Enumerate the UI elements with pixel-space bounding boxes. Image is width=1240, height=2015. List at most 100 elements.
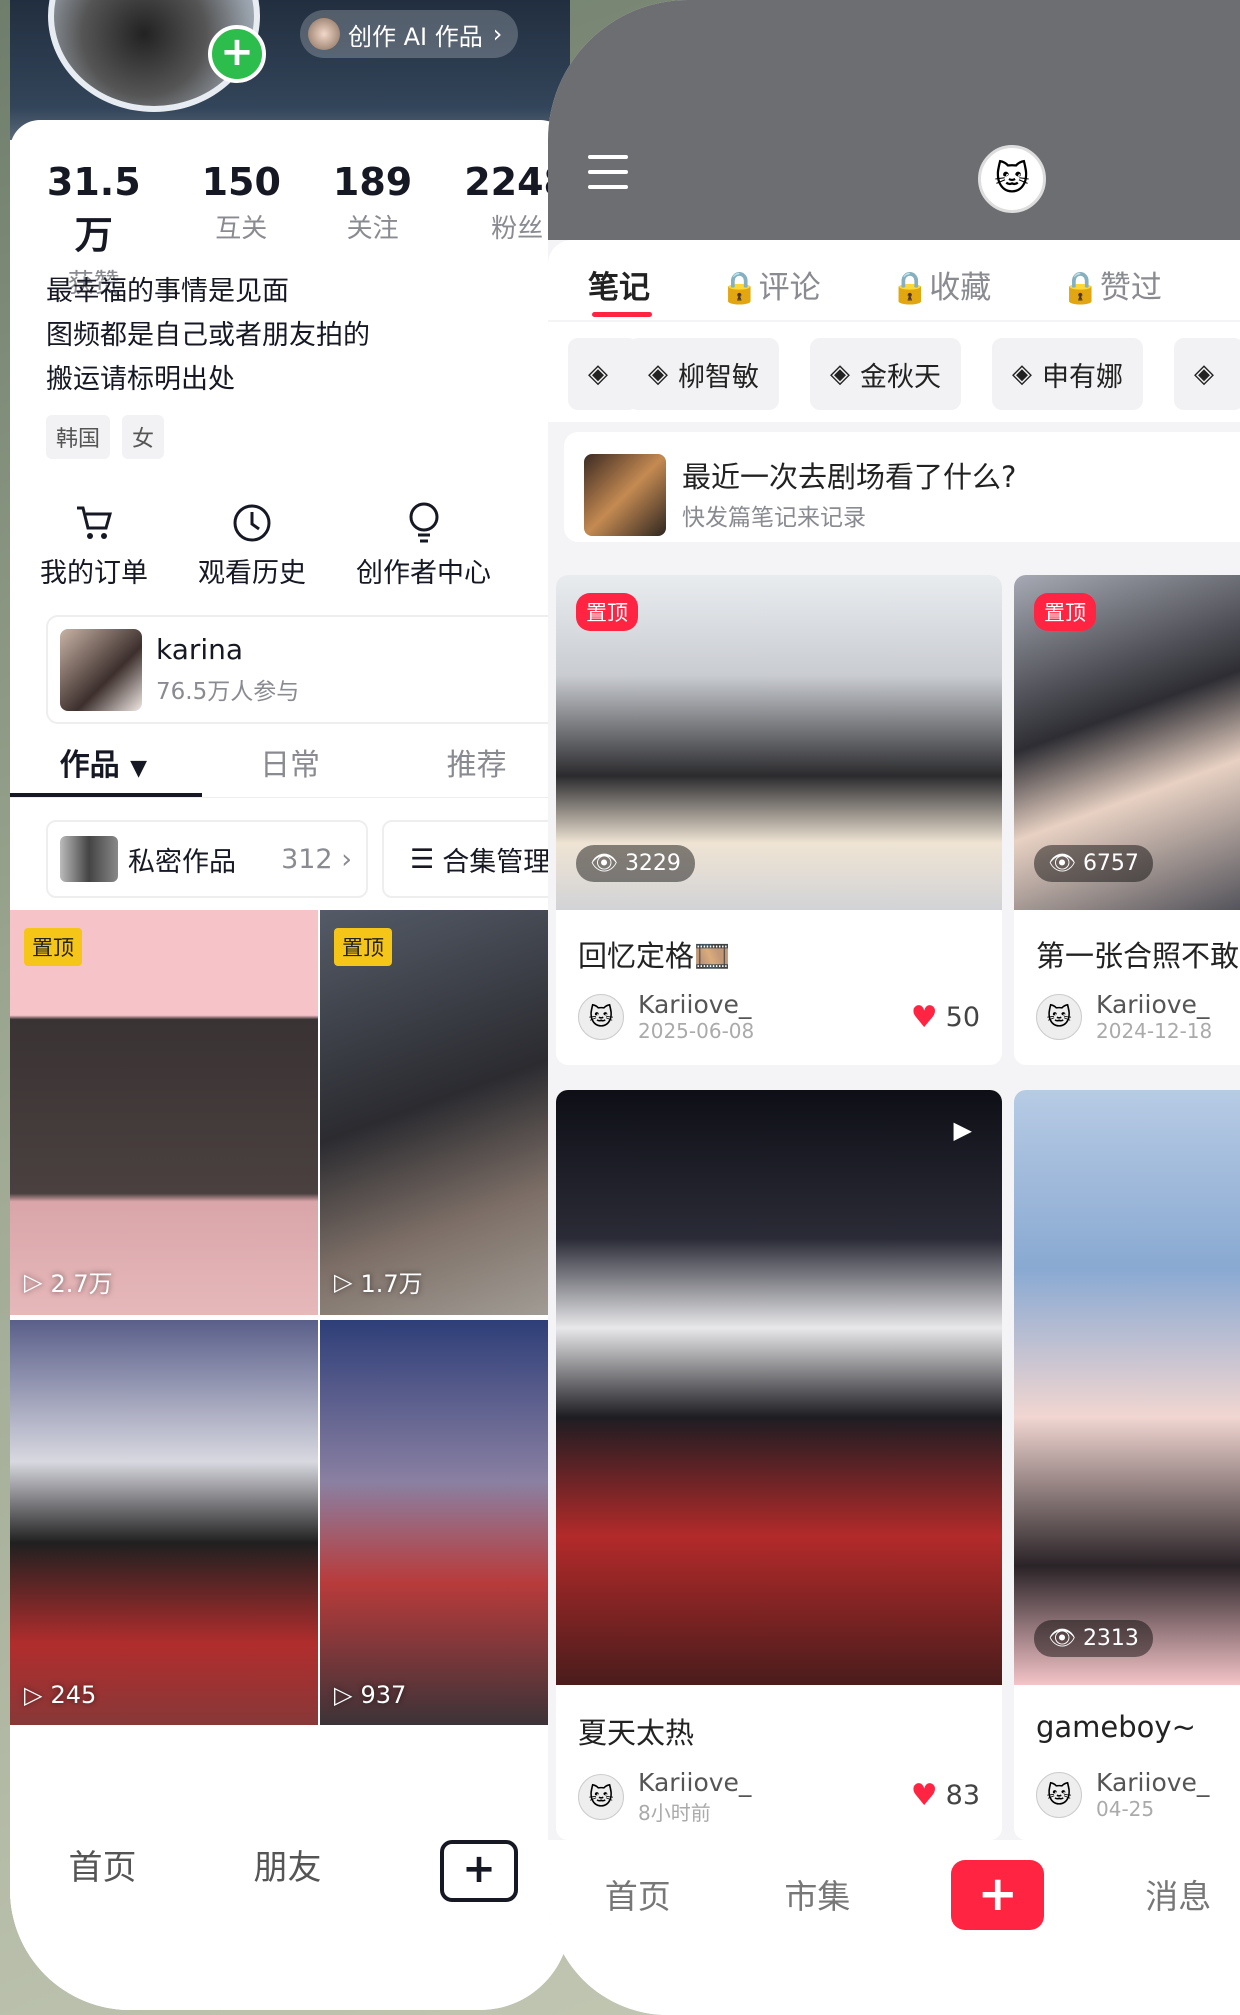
nav-home[interactable]: 首页	[548, 1850, 728, 1918]
tab-divider	[10, 797, 570, 798]
nav-friends[interactable]: 朋友	[195, 1840, 380, 1889]
prompt-subtitle: 快发篇笔记来记录	[682, 505, 866, 531]
post-date: 2025-06-08	[638, 1019, 755, 1043]
bottom-nav: 首页 市集 + 消息	[548, 1840, 1240, 2015]
orders-button[interactable]: 我的订单	[40, 495, 148, 590]
content-tabs-bar: 笔记 🔒评论 🔒收藏 🔒赞过	[548, 240, 1240, 320]
note-image	[1014, 1090, 1240, 1685]
video-tile[interactable]: ▷ 937	[320, 1320, 570, 1725]
profile-bio: 最幸福的事情是见面 图频都是自己或者朋友拍的 搬运请标明出处	[46, 270, 370, 402]
menu-icon[interactable]	[588, 155, 628, 200]
cart-icon	[40, 495, 148, 551]
post-prompt-card[interactable]: 最近一次去剧场看了什么? 快发篇笔记来记录	[564, 432, 1240, 542]
eye-icon: 👁	[1048, 851, 1076, 876]
author-avatar: 🐱	[578, 993, 624, 1040]
author-avatar: 🐱	[1036, 1771, 1082, 1818]
clock-icon	[198, 495, 306, 551]
creator-center-button[interactable]: 创作者中心	[356, 495, 491, 590]
history-label: 观看历史	[198, 558, 306, 589]
play-icon: ▷	[334, 1681, 353, 1709]
nav-market[interactable]: 市集	[728, 1850, 908, 1918]
tab-recommend[interactable]: 推荐	[383, 740, 570, 800]
chip-label: 柳智敏	[678, 361, 759, 393]
group-thumbnail	[60, 628, 142, 711]
collection-manage-button[interactable]: ☰ 合集管理	[382, 820, 570, 898]
pinned-badge: 置顶	[576, 593, 638, 631]
tag-gender: 女	[122, 415, 165, 459]
chevron-right-icon: ›	[492, 20, 503, 48]
view-count: 👁 3229	[576, 845, 695, 882]
note-author[interactable]: 🐱 Kariiove_ 8小时前	[578, 1768, 751, 1826]
prompt-thumbnail	[584, 454, 666, 536]
note-card[interactable]: ▶ 夏天太热 🐱 Kariiove_ 8小时前 ♥ 83	[556, 1090, 1002, 1840]
layers-plus-icon: ◈	[588, 359, 608, 389]
like-button[interactable]: ♥ 50	[911, 1000, 980, 1035]
chip-item[interactable]: ◈ 申有娜	[992, 338, 1143, 410]
nav-messages[interactable]: 消息	[1088, 1850, 1240, 1918]
author-name: Kariiove_	[1096, 1768, 1210, 1797]
heart-icon: ♥	[910, 1000, 938, 1035]
view-count: 👁 2313	[1034, 1620, 1153, 1657]
tab-daily[interactable]: 日常	[197, 740, 384, 800]
lock-icon: 🔒	[1061, 270, 1100, 306]
chip-label: 金秋天	[860, 361, 941, 393]
pinned-badge: 置顶	[24, 928, 82, 966]
lock-icon: 🔒	[890, 270, 930, 306]
chip-item[interactable]: ◈ 柳智敏	[628, 338, 779, 410]
private-works-button[interactable]: 私密作品 312 ›	[46, 820, 368, 898]
play-icon: ▷	[24, 1267, 43, 1296]
video-tile[interactable]: 置顶 ▷ 1.7万	[320, 910, 570, 1315]
stat-number: 31.5万	[46, 160, 141, 257]
header-avatar[interactable]: 🐱	[978, 145, 1046, 213]
tab-notes[interactable]: 笔记	[588, 262, 650, 307]
lock-icon: 🔒	[720, 270, 759, 306]
note-title: 第一张合照不敢	[1036, 939, 1240, 973]
create-post-button[interactable]: +	[440, 1840, 518, 1902]
create-ai-button[interactable]: 创作 AI 作品 ›	[300, 10, 519, 58]
list-icon: ☰	[410, 843, 435, 875]
layers-icon: ◈	[1012, 359, 1032, 389]
layers-icon: ◈	[1194, 359, 1214, 389]
note-author[interactable]: 🐱 Kariiove_ 2024-12-18	[1036, 990, 1212, 1043]
fan-group-card[interactable]: karina 76.5万人参与	[46, 615, 570, 724]
tab-favorites[interactable]: 🔒收藏	[891, 262, 992, 307]
note-author[interactable]: 🐱 Kariiove_ 04-25	[1036, 1768, 1209, 1821]
profile-header-banner: + 创作 AI 作品 ›	[10, 0, 570, 140]
stat-label: 互关	[215, 214, 268, 244]
tab-liked[interactable]: 🔒赞过	[1061, 262, 1162, 307]
publish-button[interactable]: +	[951, 1860, 1045, 1930]
play-icon: ▷	[24, 1681, 43, 1709]
note-title: gameboy~	[1036, 1710, 1196, 1744]
author-avatar: 🐱	[578, 1774, 624, 1820]
profile-header: 🐱	[548, 0, 1240, 240]
add-icon[interactable]: +	[208, 25, 266, 83]
video-tile[interactable]: ▷ 245	[10, 1320, 318, 1725]
play-icon: ▷	[334, 1267, 353, 1296]
group-members: 76.5万人参与	[156, 679, 300, 705]
history-button[interactable]: 观看历史	[198, 495, 306, 590]
note-card[interactable]: 置顶 👁 3229 回忆定格🎞️ 🐱 Kariiove_ 2025-06-08 …	[556, 575, 1002, 1065]
stat-label: 关注	[346, 214, 399, 244]
nav-home[interactable]: 首页	[10, 1840, 195, 1889]
profile-tabs: 作品 ▼ 日常 推荐	[10, 740, 570, 800]
note-author[interactable]: 🐱 Kariiove_ 2025-06-08	[578, 990, 754, 1043]
tab-comments[interactable]: 🔒评论	[720, 262, 821, 307]
note-title: 回忆定格🎞️	[578, 939, 731, 973]
note-title: 夏天太热	[578, 1716, 695, 1750]
tab-works[interactable]: 作品 ▼	[10, 740, 197, 800]
profile-card: 31.5万 获赞 150 互关 189 关注 2248 粉丝 最幸福的事情是见面…	[10, 120, 570, 2010]
create-ai-label: 创作 AI 作品	[348, 22, 483, 51]
lightbulb-icon	[356, 495, 491, 551]
layers-icon: ◈	[830, 359, 850, 389]
note-card[interactable]: 👁 2313 gameboy~ 🐱 Kariiove_ 04-25	[1014, 1090, 1240, 1840]
note-card[interactable]: 置顶 👁 6757 第一张合照不敢 🐱 Kariiove_ 2024-12-18	[1014, 575, 1240, 1065]
heart-icon: ♥	[910, 1778, 938, 1813]
tab-works-label: 作品	[59, 748, 120, 783]
xiaohongshu-profile-screen: 🐱 笔记 🔒评论 🔒收藏 🔒赞过 ◈ ◈ 柳智敏 ◈ 金秋天 ◈ 申有娜 ◈ 最…	[548, 0, 1240, 2015]
chip-item[interactable]: ◈ 金秋天	[810, 338, 961, 410]
like-button[interactable]: ♥ 83	[911, 1778, 980, 1813]
creator-center-label: 创作者中心	[356, 558, 491, 589]
video-tile[interactable]: 置顶 ▷ 2.7万	[10, 910, 318, 1315]
layers-icon: ◈	[648, 359, 668, 389]
chip-item[interactable]: ◈	[1174, 338, 1240, 410]
